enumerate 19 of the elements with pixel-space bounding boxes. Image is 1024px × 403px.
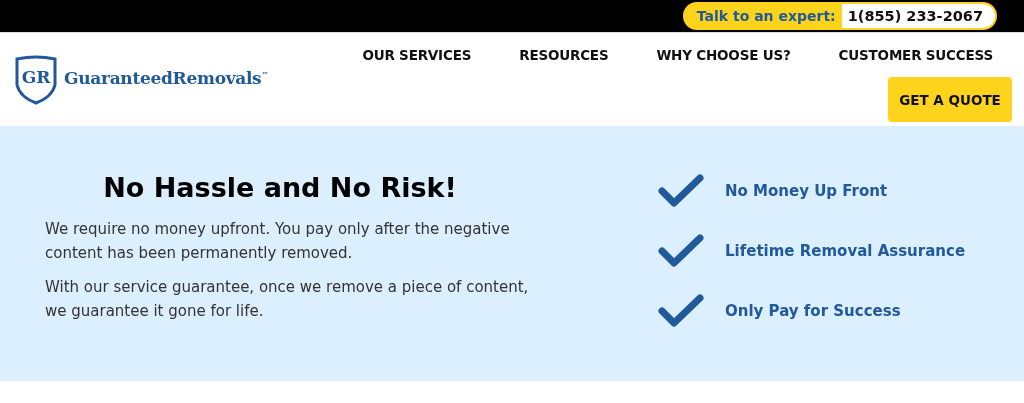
checkmark-icon	[658, 174, 704, 208]
nav-link[interactable]: RESOURCES	[487, 47, 625, 63]
benefit-label: Only Pay for Success	[725, 302, 901, 320]
checkmark-icon	[658, 234, 704, 268]
phone-number[interactable]: 1(855) 233-2067	[841, 4, 995, 28]
benefit-label: No Money Up Front	[725, 182, 888, 200]
nav-link[interactable]: OUR SERVICES	[362, 47, 488, 63]
benefit-label: Lifetime Removal Assurance	[725, 242, 966, 260]
nav-link[interactable]: CUSTOMER SUCCESS	[806, 47, 1012, 63]
phone-banner[interactable]: Talk to an expert: 1(855) 233-2067	[682, 2, 997, 30]
body-paragraph: We require no money upfront. You pay only after the negative content has been permanently removed.	[45, 219, 511, 264]
body-paragraph: With our service guarantee, once we remove a piece of content, we guarantee it gone for life.	[45, 277, 530, 322]
expert-label: Talk to an expert:	[695, 8, 837, 24]
brand-name[interactable]: GuaranteedRemovals$^{™}$	[64, 67, 269, 88]
shield-logo[interactable]: GR	[14, 54, 58, 105]
quote-button[interactable]: GET A QUOTE	[888, 77, 1012, 122]
section-heading: No Hassle and No Risk!	[102, 172, 458, 203]
checkmark-icon	[658, 294, 704, 328]
nav-link[interactable]: WHY CHOOSE US?	[624, 47, 807, 63]
